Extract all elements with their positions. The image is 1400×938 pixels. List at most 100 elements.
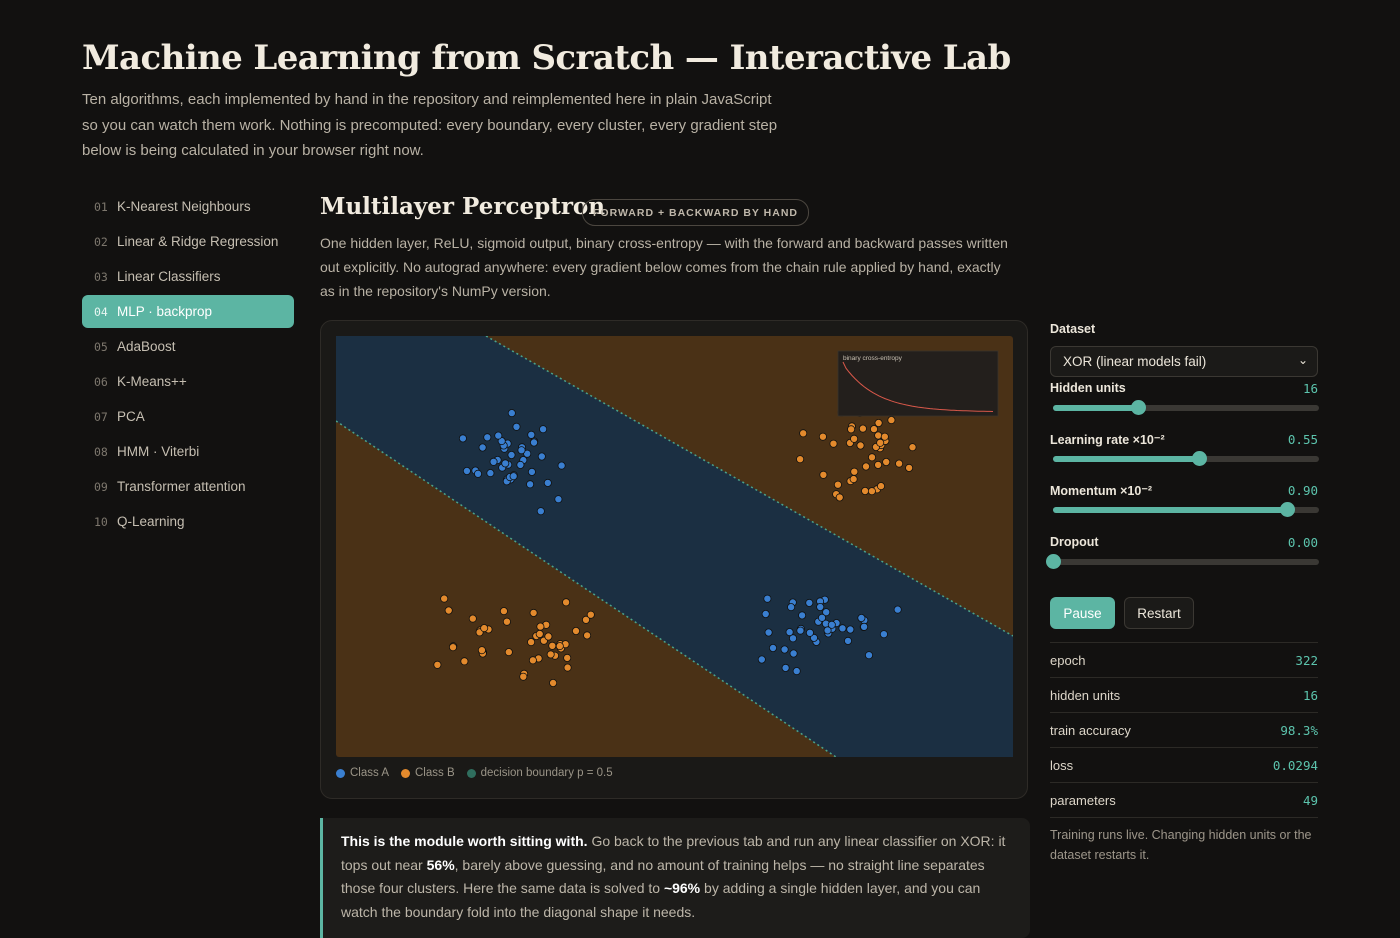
class-a-point — [557, 461, 566, 470]
class-b-point — [905, 463, 914, 472]
sidebar-item-label: Q-Learning — [117, 514, 185, 529]
stat-value: 322 — [1295, 652, 1318, 668]
class-b-point — [867, 487, 876, 496]
stat-label: epoch — [1050, 652, 1086, 668]
sidebar-item-number: 06 — [94, 374, 108, 389]
page-title: Machine Learning from Scratch — Interact… — [82, 38, 1011, 78]
legend-label: Class A — [350, 767, 389, 779]
legend-item: Class B — [401, 767, 455, 779]
class-a-point — [507, 409, 516, 418]
module-badge: FORWARD + BACKWARD BY HAND — [582, 199, 809, 226]
class-b-point — [880, 432, 889, 441]
slider-row-2: Momentum ×10⁻² 0.90 — [1050, 483, 1319, 517]
stat-value: 0.0294 — [1272, 757, 1318, 773]
class-b-point — [529, 608, 538, 617]
class-a-point — [816, 602, 825, 611]
sidebar-item-02[interactable]: 02 Linear & Ridge Regression — [82, 225, 294, 258]
slider-thumb[interactable] — [1046, 554, 1061, 569]
class-b-point — [583, 631, 592, 640]
class-b-point — [535, 629, 544, 638]
class-b-point — [829, 439, 838, 448]
class-a-point — [512, 422, 521, 431]
sidebar-item-number: 02 — [94, 234, 108, 249]
sidebar-item-label: PCA — [117, 409, 145, 424]
stat-row: hidden units 16 — [1050, 677, 1318, 712]
restart-button[interactable]: Restart — [1124, 597, 1194, 629]
sidebar-item-03[interactable]: 03 Linear Classifiers — [82, 260, 294, 293]
sidebar-item-05[interactable]: 05 AdaBoost — [82, 330, 294, 363]
class-b-point — [480, 624, 489, 633]
dataset-select[interactable]: XOR (linear models fail) ⌄ — [1050, 346, 1318, 377]
slider-row-3: Dropout 0.00 — [1046, 535, 1319, 569]
slider-thumb[interactable] — [1131, 400, 1147, 415]
class-b-point — [440, 594, 449, 603]
slider-track[interactable] — [1053, 502, 1319, 517]
plot-legend: Class A Class B decision boundary p = 0.5 — [336, 767, 613, 779]
callout-linear-accuracy: 56% — [426, 856, 455, 873]
dataset-label: Dataset — [1050, 322, 1096, 336]
slider-label: Learning rate ×10⁻² — [1050, 433, 1165, 447]
class-a-point — [483, 433, 492, 442]
class-b-point — [870, 425, 879, 434]
stat-row: train accuracy 98.3% — [1050, 712, 1318, 747]
class-a-point — [458, 434, 467, 443]
class-b-point — [858, 424, 867, 433]
class-b-point — [874, 460, 883, 469]
class-a-point — [879, 630, 888, 639]
slider-thumb[interactable] — [1280, 502, 1296, 517]
class-a-point — [823, 626, 832, 635]
class-b-point — [862, 462, 871, 471]
class-b-point — [895, 459, 904, 468]
legend-item: Class A — [336, 767, 389, 779]
class-a-point — [757, 655, 766, 664]
class-a-point — [781, 663, 790, 672]
stat-label: train accuracy — [1050, 722, 1131, 738]
class-a-point — [817, 613, 826, 622]
class-a-point — [857, 613, 866, 622]
sidebar-item-06[interactable]: 06 K-Means++ — [82, 365, 294, 398]
slider-track[interactable] — [1053, 451, 1319, 466]
pause-button[interactable]: Pause — [1050, 597, 1115, 629]
legend-label: Class B — [415, 767, 455, 779]
slider-fill — [1053, 456, 1200, 462]
slider-track[interactable] — [1046, 554, 1319, 569]
legend-swatch — [466, 768, 476, 778]
stat-value: 16 — [1302, 687, 1318, 703]
class-b-point — [528, 656, 537, 665]
sidebar-item-number: 08 — [94, 444, 108, 459]
slider-value: 0.00 — [1287, 535, 1318, 550]
sidebar-item-label: HMM · Viterbi — [117, 444, 200, 459]
stat-row: epoch 322 — [1050, 642, 1318, 677]
class-b-point — [562, 598, 571, 607]
slider-thumb[interactable] — [1192, 451, 1208, 466]
stat-label: hidden units — [1050, 687, 1121, 703]
class-b-point — [527, 638, 536, 647]
callout-note: This is the module worth sitting with. G… — [320, 818, 1030, 938]
sidebar-item-number: 09 — [94, 479, 108, 494]
class-a-point — [462, 466, 471, 475]
class-a-point — [509, 472, 518, 481]
class-a-point — [780, 645, 789, 654]
class-a-point — [846, 625, 855, 634]
class-a-point — [796, 626, 805, 635]
sidebar-item-10[interactable]: 10 Q-Learning — [82, 505, 294, 538]
class-b-point — [874, 431, 883, 440]
stat-row: loss 0.0294 — [1050, 747, 1318, 782]
stat-row: parameters 49 — [1050, 782, 1318, 818]
sidebar-item-08[interactable]: 08 HMM · Viterbi — [82, 435, 294, 468]
decision-boundary-plot[interactable]: binary cross-entropy — [336, 336, 1013, 757]
class-a-point — [486, 469, 495, 478]
slider-track[interactable] — [1053, 400, 1319, 415]
sidebar-item-09[interactable]: 09 Transformer attention — [82, 470, 294, 503]
stat-label: parameters — [1050, 792, 1116, 808]
sidebar-item-label: K-Nearest Neighbours — [117, 199, 251, 214]
callout-mlp-accuracy: ~96% — [663, 880, 701, 896]
class-b-point — [460, 657, 469, 666]
sidebar-item-01[interactable]: 01 K-Nearest Neighbours — [82, 190, 294, 223]
class-a-point — [843, 636, 852, 645]
class-a-point — [539, 425, 548, 434]
sidebar-item-07[interactable]: 07 PCA — [82, 400, 294, 433]
callout-lead: This is the module worth sitting with. — [341, 833, 588, 849]
sidebar-item-04[interactable]: 04 MLP · backprop — [82, 295, 294, 328]
class-a-point — [554, 495, 563, 504]
